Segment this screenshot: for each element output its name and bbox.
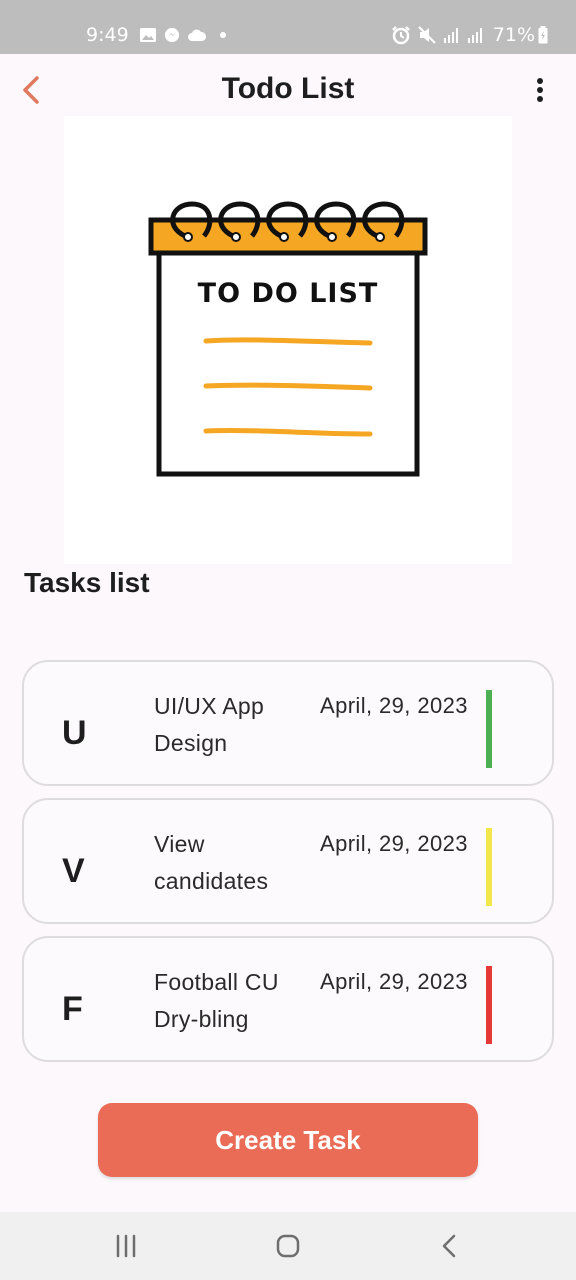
system-nav-bar — [0, 1212, 576, 1280]
task-date: April, 29, 2023 — [320, 831, 468, 856]
back-icon — [442, 1234, 456, 1258]
status-right: 71% — [385, 24, 548, 46]
create-task-button[interactable]: Create Task — [98, 1103, 478, 1177]
page-title: Todo List — [221, 72, 355, 105]
task-date: April, 29, 2023 — [320, 693, 468, 718]
signal-icon-2 — [467, 28, 482, 43]
status-time: 9:49 — [86, 24, 129, 46]
task-initial: F — [62, 990, 83, 1028]
tasks-list-heading: Tasks list — [24, 567, 150, 598]
task-title: UI/UX App Design — [154, 693, 265, 756]
signal-icon — [443, 28, 458, 43]
system-back-button[interactable] — [434, 1230, 466, 1262]
recent-apps-button[interactable] — [110, 1230, 142, 1262]
task-title: View candidates — [154, 831, 269, 894]
task-list: U UI/UX App Design April, 29, 2023 V Vie… — [22, 660, 554, 1074]
notification-dot-icon — [219, 32, 226, 38]
task-card[interactable]: F Football CU Dry-bling April, 29, 2023 — [22, 936, 554, 1062]
task-date: April, 29, 2023 — [320, 969, 468, 994]
task-card[interactable]: V View candidates April, 29, 2023 — [22, 798, 554, 924]
recent-apps-icon — [116, 1234, 136, 1258]
status-left: 9:49 — [86, 24, 233, 46]
messenger-icon — [164, 27, 179, 43]
home-icon — [276, 1234, 300, 1258]
illustration-heading: TO DO LIST — [198, 278, 379, 309]
screen: 9:49 71% Todo List TO DO LIST Tasks list… — [0, 0, 576, 1280]
mute-icon — [418, 26, 436, 44]
cloud-icon — [187, 29, 206, 41]
todo-illustration: TO DO LIST — [64, 116, 512, 564]
task-title: Football CU Dry-bling — [154, 969, 279, 1032]
more-options-button[interactable] — [524, 74, 556, 106]
notepad-illustration: TO DO LIST — [148, 201, 428, 477]
alarm-icon — [391, 26, 410, 45]
battery-percent: 71% — [492, 24, 535, 46]
task-initial: U — [62, 714, 87, 752]
task-priority-bar — [486, 966, 492, 1044]
status-bar: 9:49 71% — [0, 0, 576, 54]
task-card[interactable]: U UI/UX App Design April, 29, 2023 — [22, 660, 554, 786]
task-priority-bar — [486, 690, 492, 768]
battery-icon — [538, 26, 548, 44]
more-vertical-icon — [537, 78, 543, 102]
home-button[interactable] — [272, 1230, 304, 1262]
gallery-icon — [139, 28, 156, 42]
task-priority-bar — [486, 828, 492, 906]
task-initial: V — [62, 852, 85, 890]
